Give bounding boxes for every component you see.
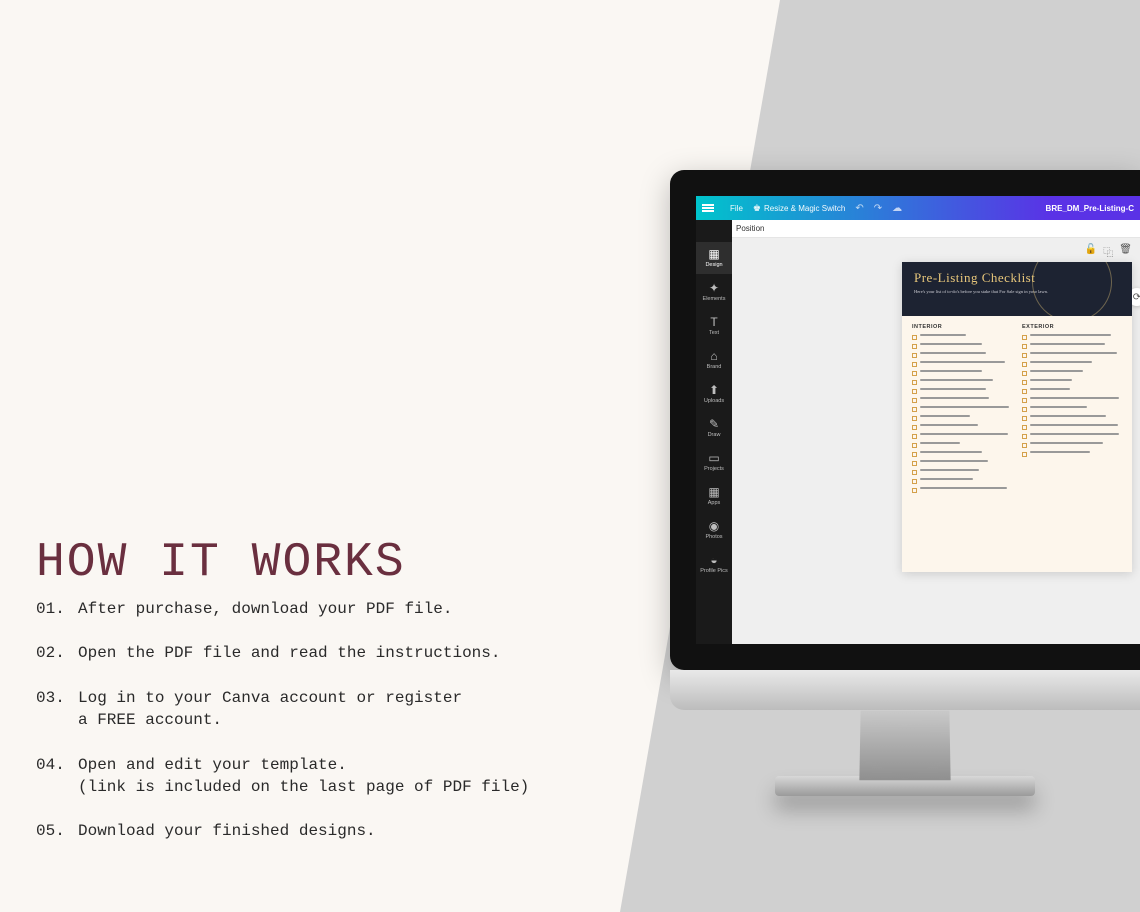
checklist-item bbox=[912, 433, 1012, 439]
instructions-block: HOW IT WORKS 01.After purchase, download… bbox=[36, 536, 656, 865]
checklist-item bbox=[1022, 370, 1122, 376]
checklist-item bbox=[912, 424, 1012, 430]
exterior-heading: EXTERIOR bbox=[1022, 324, 1122, 330]
position-button[interactable]: Position bbox=[736, 224, 764, 233]
checklist-item bbox=[912, 388, 1012, 394]
template-header: Pre-Listing Checklist Here's your list o… bbox=[902, 262, 1132, 316]
checklist-item bbox=[1022, 343, 1122, 349]
sidebar-item-design[interactable]: ▦Design bbox=[696, 242, 732, 274]
canva-screen: File Resize & Magic Switch ↶ ↷ ☁ BRE_DM_… bbox=[696, 196, 1140, 644]
checklist-item bbox=[912, 406, 1012, 412]
delete-icon[interactable]: 🗑 bbox=[1119, 244, 1132, 260]
sidebar-item-brand[interactable]: ⌂Brand bbox=[696, 344, 732, 376]
checklist-item bbox=[1022, 352, 1122, 358]
canva-canvas[interactable]: 🔓 ⿻ 🗑 ⟳ Pre-Listing Checklist Here's you… bbox=[732, 238, 1140, 644]
monitor-bezel: File Resize & Magic Switch ↶ ↷ ☁ BRE_DM_… bbox=[670, 170, 1140, 670]
canva-sidebar: ▦Design✦ElementsTText⌂Brand⬆Uploads✎Draw… bbox=[696, 220, 732, 644]
checklist-item bbox=[912, 343, 1012, 349]
step-item: 04.Open and edit your template.(link is … bbox=[36, 754, 656, 799]
decorative-arc bbox=[1032, 262, 1112, 316]
document-title[interactable]: BRE_DM_Pre-Listing-C bbox=[1046, 204, 1134, 213]
template-page[interactable]: ⟳ Pre-Listing Checklist Here's your list… bbox=[902, 262, 1132, 572]
checklist-item bbox=[1022, 334, 1122, 340]
checklist-item bbox=[912, 334, 1012, 340]
checklist-item bbox=[912, 352, 1012, 358]
page-controls: 🔓 ⿻ 🗑 bbox=[1085, 244, 1132, 260]
heading-how-it-works: HOW IT WORKS bbox=[36, 536, 656, 590]
sidebar-item-profile-pics[interactable]: ◒Profile Pics bbox=[696, 548, 732, 580]
checklist-item bbox=[912, 460, 1012, 466]
step-item: 01.After purchase, download your PDF fil… bbox=[36, 598, 656, 620]
monitor-chin bbox=[670, 670, 1140, 710]
sidebar-item-photos[interactable]: ◉Photos bbox=[696, 514, 732, 546]
interior-heading: INTERIOR bbox=[912, 324, 1012, 330]
checklist-item bbox=[1022, 379, 1122, 385]
checklist-item bbox=[912, 442, 1012, 448]
duplicate-icon[interactable]: ⿻ bbox=[1103, 244, 1113, 260]
sidebar-item-projects[interactable]: ▭Projects bbox=[696, 446, 732, 478]
checklist-item bbox=[912, 415, 1012, 421]
lock-icon[interactable]: 🔓 bbox=[1085, 244, 1097, 260]
file-menu[interactable]: File bbox=[730, 204, 743, 213]
checklist-item bbox=[1022, 424, 1122, 430]
checklist-item bbox=[912, 451, 1012, 457]
redo-icon[interactable]: ↷ bbox=[874, 203, 882, 214]
checklist-item bbox=[1022, 397, 1122, 403]
step-item: 05.Download your finished designs. bbox=[36, 820, 656, 842]
checklist-item bbox=[1022, 406, 1122, 412]
sidebar-item-uploads[interactable]: ⬆Uploads bbox=[696, 378, 732, 410]
canva-subtoolbar: Position bbox=[696, 220, 1140, 238]
monitor-stand-neck bbox=[859, 711, 950, 781]
sidebar-item-elements[interactable]: ✦Elements bbox=[696, 276, 732, 308]
steps-list: 01.After purchase, download your PDF fil… bbox=[36, 598, 656, 843]
checklist-item bbox=[1022, 433, 1122, 439]
checklist-item bbox=[1022, 361, 1122, 367]
checklist-item bbox=[912, 478, 1012, 484]
sidebar-item-apps[interactable]: ▦Apps bbox=[696, 480, 732, 512]
step-item: 03.Log in to your Canva account or regis… bbox=[36, 687, 656, 732]
checklist-item bbox=[1022, 415, 1122, 421]
monitor-mockup: File Resize & Magic Switch ↶ ↷ ☁ BRE_DM_… bbox=[670, 170, 1140, 796]
canva-topbar: File Resize & Magic Switch ↶ ↷ ☁ BRE_DM_… bbox=[696, 196, 1140, 220]
template-columns: INTERIOR EXTERIOR bbox=[902, 316, 1132, 504]
menu-icon[interactable] bbox=[696, 207, 720, 209]
checklist-item bbox=[912, 379, 1012, 385]
resize-button[interactable]: Resize & Magic Switch bbox=[753, 203, 845, 214]
checklist-item bbox=[1022, 388, 1122, 394]
checklist-item bbox=[912, 361, 1012, 367]
exterior-column: EXTERIOR bbox=[1022, 324, 1122, 496]
checklist-item bbox=[912, 370, 1012, 376]
checklist-item bbox=[1022, 442, 1122, 448]
step-item: 02.Open the PDF file and read the instru… bbox=[36, 642, 656, 664]
checklist-item bbox=[912, 397, 1012, 403]
cloud-save-icon[interactable]: ☁ bbox=[892, 203, 902, 214]
checklist-item bbox=[912, 469, 1012, 475]
sidebar-item-text[interactable]: TText bbox=[696, 310, 732, 342]
interior-column: INTERIOR bbox=[912, 324, 1012, 496]
undo-icon[interactable]: ↶ bbox=[855, 203, 863, 214]
sidebar-item-draw[interactable]: ✎Draw bbox=[696, 412, 732, 444]
checklist-item bbox=[912, 487, 1012, 493]
checklist-item bbox=[1022, 451, 1122, 457]
